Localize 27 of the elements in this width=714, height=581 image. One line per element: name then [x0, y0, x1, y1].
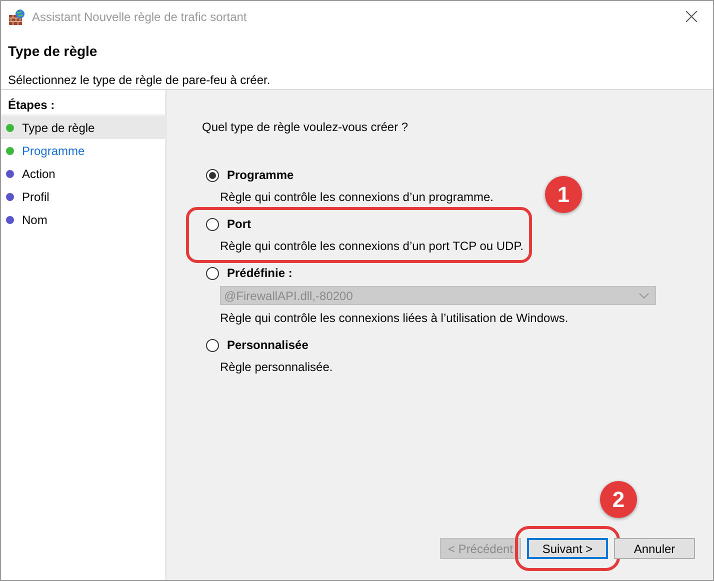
step-item[interactable]: Nom [1, 208, 165, 231]
radio-button[interactable] [206, 168, 219, 182]
option-description: Règle qui contrôle les connexions d’un port TCP ou UDP. [220, 238, 524, 255]
window-title: Assistant Nouvelle règle de trafic sortant [32, 8, 247, 26]
step-item[interactable]: Programme [1, 139, 165, 162]
step-item[interactable]: Profil [1, 185, 165, 208]
option-description: Règle qui contrôle les connexions liées à l’utilisation de Windows. [220, 310, 570, 327]
option-label[interactable]: Programme [227, 166, 294, 184]
step-item[interactable]: Action [1, 162, 165, 185]
radio-button[interactable] [206, 338, 219, 352]
option-label[interactable]: Prédéfinie : [227, 264, 292, 282]
steps-heading: Étapes : [8, 98, 55, 112]
firewall-icon [9, 8, 26, 24]
question-text: Quel type de règle voulez-vous créer ? [202, 119, 410, 136]
option-label[interactable]: Port [227, 215, 251, 233]
wizard-button[interactable]: Annuler [614, 538, 695, 559]
chevron-down-icon [639, 292, 649, 298]
option-label[interactable]: Personnalisée [227, 336, 308, 354]
radio-button[interactable] [206, 218, 219, 230]
option-description: Règle qui contrôle les connexions d’un programme. [220, 189, 494, 206]
radio-button[interactable] [206, 266, 219, 280]
page-title: Type de règle [8, 42, 98, 61]
wizard-button[interactable]: Suivant > [527, 538, 608, 559]
page-subtitle: Sélectionnez le type de règle de pare-feu à créer. [8, 72, 272, 89]
close-icon[interactable] [686, 11, 697, 22]
option-description: Règle personnalisée. [220, 359, 333, 376]
step-item[interactable]: Type de règle [1, 116, 165, 139]
